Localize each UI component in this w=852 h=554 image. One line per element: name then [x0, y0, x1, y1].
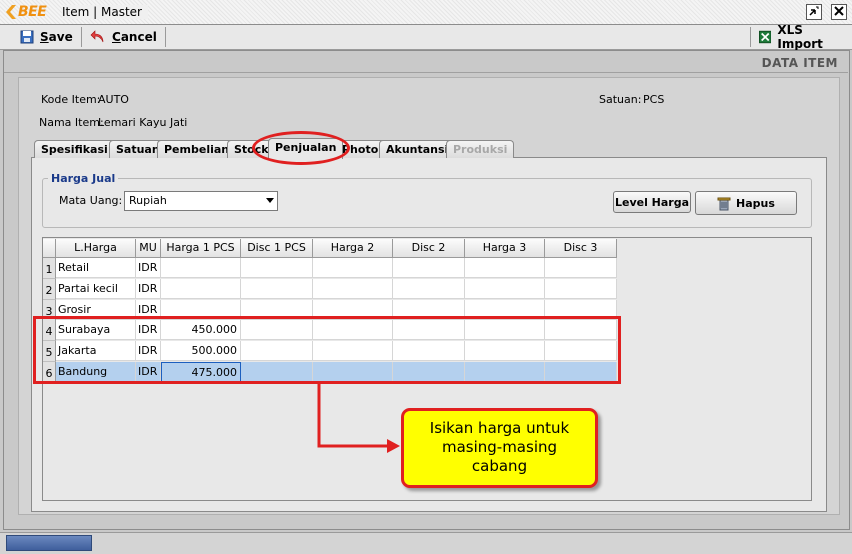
excel-icon — [759, 30, 772, 44]
callout-line-3: cabang — [471, 457, 528, 475]
kode-item-value: AUTO — [98, 93, 129, 106]
chevron-down-icon — [266, 198, 274, 203]
harga2-cell[interactable] — [313, 258, 393, 278]
level-harga-button[interactable]: Level Harga — [613, 191, 691, 213]
table-corner — [43, 239, 56, 258]
status-bar — [0, 532, 852, 554]
level-harga-label: Level Harga — [614, 195, 690, 209]
row-number: 1 — [43, 258, 56, 279]
kode-item-label: Kode Item: — [41, 93, 101, 106]
nama-item-label: Nama Item: — [39, 116, 104, 129]
title-bar: BEE Item | Master — [0, 0, 852, 25]
rows-highlight-box — [33, 316, 621, 384]
column-header[interactable]: MU — [136, 239, 161, 258]
column-header[interactable]: Disc 1 PCS — [241, 239, 313, 258]
hapus-label: Hapus — [736, 196, 775, 210]
trash-icon — [717, 197, 731, 210]
progress-indicator — [6, 535, 92, 551]
harga1-cell[interactable] — [161, 279, 241, 299]
tab-spesifikasi[interactable]: Spesifikasi — [34, 140, 115, 158]
cancel-button[interactable]: Cancel — [82, 27, 166, 47]
mata-uang-value: Rupiah — [129, 194, 167, 207]
column-header[interactable]: Harga 2 — [313, 239, 393, 258]
logo-chevron-icon — [6, 5, 16, 19]
app-logo: BEE — [6, 4, 47, 20]
disc3-cell[interactable] — [545, 279, 617, 299]
callout-line-1: Isikan harga untuk — [429, 419, 570, 437]
xls-import-label: XLS Import — [777, 23, 823, 51]
instruction-callout: Isikan harga untuk masing-masing cabang — [401, 408, 598, 488]
harga2-cell[interactable] — [313, 279, 393, 299]
lharga-cell[interactable]: Retail — [56, 258, 136, 278]
restore-icon[interactable] — [806, 4, 822, 20]
column-header[interactable]: L.Harga — [56, 239, 136, 258]
satuan-value: PCS — [643, 93, 665, 106]
disc1-cell[interactable] — [241, 279, 313, 299]
harga1-cell[interactable] — [161, 258, 241, 278]
tab-akuntansi[interactable]: Akuntansi — [379, 140, 456, 158]
tab-produksi: Produksi — [446, 140, 515, 158]
disc1-cell[interactable] — [241, 258, 313, 278]
column-header[interactable]: Harga 3 — [465, 239, 545, 258]
harga-jual-legend: Harga Jual — [48, 172, 119, 185]
column-header[interactable]: Disc 3 — [545, 239, 617, 258]
save-icon — [20, 30, 34, 44]
callout-line-2: masing-masing — [441, 438, 558, 456]
lharga-cell[interactable]: Partai kecil — [56, 279, 136, 299]
logo-text: BEE — [18, 4, 47, 20]
cancel-label: Cancel — [112, 30, 157, 44]
save-label: Save — [40, 30, 73, 44]
section-title: DATA ITEM — [761, 56, 838, 70]
nama-item-value: Lemari Kayu Jati — [98, 116, 188, 129]
harga3-cell[interactable] — [465, 258, 545, 278]
mu-cell[interactable]: IDR — [136, 258, 161, 278]
xls-import-button[interactable]: XLS Import — [750, 23, 852, 51]
tab-pembelian[interactable]: Pembelian — [157, 140, 237, 158]
row-number: 2 — [43, 279, 56, 300]
column-header[interactable]: Harga 1 PCS — [161, 239, 241, 258]
penjualan-tab-highlight — [252, 131, 350, 165]
harga3-cell[interactable] — [465, 279, 545, 299]
mata-uang-label: Mata Uang: — [59, 194, 123, 207]
close-icon[interactable] — [831, 4, 847, 20]
window-title: Item | Master — [62, 5, 148, 19]
disc2-cell[interactable] — [393, 258, 465, 278]
callout-arrow — [317, 384, 400, 453]
header-divider — [4, 72, 848, 73]
column-header[interactable]: Disc 2 — [393, 239, 465, 258]
hapus-button[interactable]: Hapus — [695, 191, 797, 215]
mata-uang-select[interactable]: Rupiah — [124, 191, 278, 211]
disc2-cell[interactable] — [393, 279, 465, 299]
save-button[interactable]: Save — [12, 27, 82, 47]
undo-icon — [90, 30, 104, 43]
disc3-cell[interactable] — [545, 258, 617, 278]
mu-cell[interactable]: IDR — [136, 279, 161, 299]
satuan-label: Satuan: — [599, 93, 642, 106]
